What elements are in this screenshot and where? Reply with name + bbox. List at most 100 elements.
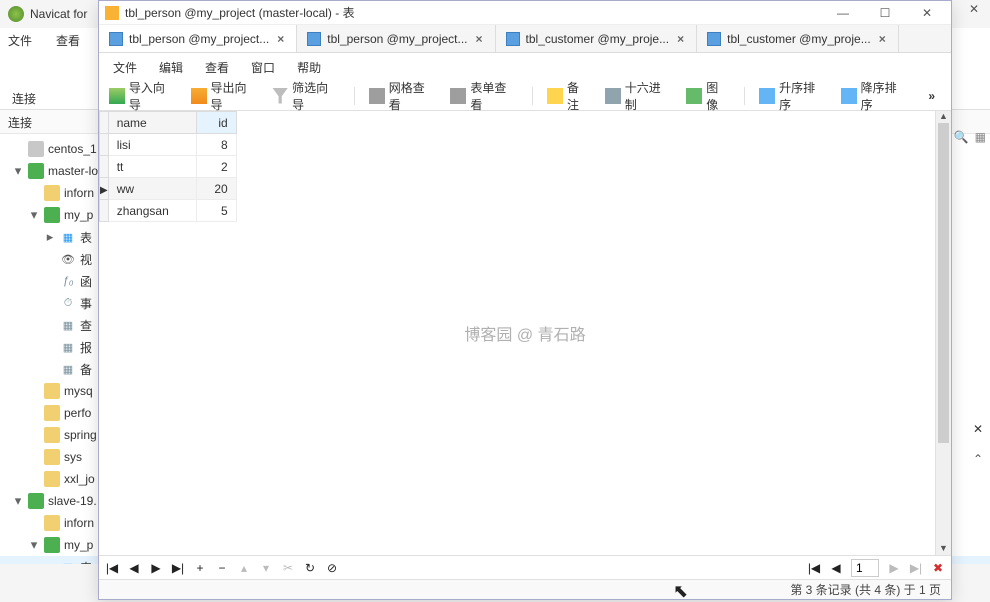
db-icon bbox=[44, 537, 60, 553]
nav-first-button[interactable]: |◀ bbox=[105, 561, 119, 575]
export-wizard-button[interactable]: 导出向导 bbox=[191, 79, 259, 113]
cell-name[interactable]: ww bbox=[108, 178, 196, 200]
hex-button[interactable]: 十六进制 bbox=[605, 79, 673, 113]
tmenu-help[interactable]: 帮助 bbox=[297, 59, 321, 76]
maximize-button[interactable]: ☐ bbox=[867, 1, 903, 25]
cell-id[interactable]: 20 bbox=[196, 178, 236, 200]
sort-asc-button[interactable]: 升序排序 bbox=[759, 79, 827, 113]
table-row[interactable]: zhangsan5 bbox=[100, 200, 237, 222]
table-window: tbl_person @my_project (master-local) - … bbox=[98, 0, 952, 600]
close-button[interactable]: ✕ bbox=[909, 1, 945, 25]
cell-id[interactable]: 8 bbox=[196, 134, 236, 156]
scroll-down-icon[interactable]: ▼ bbox=[936, 543, 951, 555]
nav-post-button[interactable]: ▴ bbox=[237, 561, 251, 575]
table-row[interactable]: ▶ww20 bbox=[100, 178, 237, 200]
tree-item-label: inforn bbox=[64, 516, 94, 530]
watermark-text: 博客园 @ 青石路 bbox=[464, 321, 585, 345]
column-name[interactable]: name bbox=[108, 112, 196, 134]
table-window-icon bbox=[105, 6, 119, 20]
table-row[interactable]: tt2 bbox=[100, 156, 237, 178]
tree-item-label: 函 bbox=[80, 273, 92, 290]
tab-close-icon[interactable]: × bbox=[877, 32, 888, 46]
form-view-button[interactable]: 表单查看 bbox=[450, 79, 518, 113]
page-last-button[interactable]: ▶| bbox=[909, 561, 923, 575]
nav-stop-button[interactable]: ⊘ bbox=[325, 561, 339, 575]
tree-item-label: spring bbox=[64, 428, 97, 442]
export-icon bbox=[191, 88, 207, 104]
tree-toggle-icon[interactable]: ▾ bbox=[28, 537, 40, 553]
db-icon bbox=[44, 383, 60, 399]
filter-wizard-button[interactable]: 筛选向导 bbox=[272, 79, 340, 113]
db-icon bbox=[44, 471, 60, 487]
panel-close-icon[interactable]: ✕ bbox=[968, 422, 988, 442]
rpt-icon: ▦ bbox=[60, 339, 76, 355]
tree-item-label: slave-19. bbox=[48, 494, 97, 508]
ev-icon: ⏱ bbox=[60, 295, 76, 311]
cell-id[interactable]: 2 bbox=[196, 156, 236, 178]
nav-delete-button[interactable]: − bbox=[215, 561, 229, 575]
tree-item-label: master-lo bbox=[48, 164, 98, 178]
tree-toggle-icon[interactable]: ▾ bbox=[28, 207, 40, 223]
tab-close-icon[interactable]: × bbox=[474, 32, 485, 46]
main-right-toolbar: 🔍 ▦ bbox=[954, 130, 986, 144]
page-stop-button[interactable]: ✖ bbox=[931, 561, 945, 575]
tab-2[interactable]: tbl_customer @my_proje...× bbox=[496, 25, 698, 52]
cell-name[interactable]: lisi bbox=[108, 134, 196, 156]
row-indicator bbox=[100, 200, 109, 222]
tmenu-window[interactable]: 窗口 bbox=[251, 59, 275, 76]
nav-refresh-button[interactable]: ↻ bbox=[303, 561, 317, 575]
data-grid[interactable]: name id lisi8tt2▶ww20zhangsan5 bbox=[99, 111, 237, 222]
tree-item-label: perfo bbox=[64, 406, 91, 420]
tab-close-icon[interactable]: × bbox=[675, 32, 686, 46]
menu-view[interactable]: 查看 bbox=[56, 32, 80, 49]
nav-cut-button[interactable]: ✂ bbox=[281, 561, 295, 575]
qry-icon: ▦ bbox=[60, 317, 76, 333]
cell-name[interactable]: zhangsan bbox=[108, 200, 196, 222]
tmenu-edit[interactable]: 编辑 bbox=[159, 59, 183, 76]
tree-item-label: inforn bbox=[64, 186, 94, 200]
menu-file[interactable]: 文件 bbox=[8, 32, 32, 49]
page-number-input[interactable] bbox=[851, 559, 879, 577]
tab-close-icon[interactable]: × bbox=[275, 32, 286, 46]
nav-next-button[interactable]: ▶ bbox=[149, 561, 163, 575]
tree-toggle-icon[interactable]: ▾ bbox=[12, 163, 24, 179]
sort-desc-button[interactable]: 降序排序 bbox=[841, 79, 909, 113]
connect-label: 连接 bbox=[12, 90, 36, 107]
nav-add-button[interactable]: + bbox=[193, 561, 207, 575]
grid-toggle-icon[interactable]: ▦ bbox=[975, 130, 986, 144]
tab-0[interactable]: tbl_person @my_project... × bbox=[99, 25, 297, 52]
tree-item-label: 备 bbox=[80, 361, 92, 378]
panel-collapse-icon[interactable]: ⌃ bbox=[968, 452, 988, 472]
bak-icon: ▦ bbox=[60, 361, 76, 377]
main-close-icon[interactable]: ✕ bbox=[960, 2, 988, 24]
vertical-scrollbar[interactable]: ▲ ▼ bbox=[935, 111, 951, 555]
tree-toggle-icon[interactable]: ▸ bbox=[44, 229, 56, 245]
tree-toggle-icon[interactable]: ▾ bbox=[12, 493, 24, 509]
grid-view-button[interactable]: 网格查看 bbox=[369, 79, 437, 113]
memo-button[interactable]: 备注 bbox=[547, 79, 591, 113]
tab-3[interactable]: tbl_customer @my_proje...× bbox=[697, 25, 899, 52]
page-first-button[interactable]: |◀ bbox=[807, 561, 821, 575]
tab-label: tbl_person @my_project... bbox=[129, 32, 269, 46]
scrollbar-thumb[interactable] bbox=[938, 123, 949, 443]
page-next-button[interactable]: ▶ bbox=[887, 561, 901, 575]
nav-cancel-button[interactable]: ▾ bbox=[259, 561, 273, 575]
minimize-button[interactable]: — bbox=[825, 1, 861, 25]
page-prev-button[interactable]: ◀ bbox=[829, 561, 843, 575]
nav-prev-button[interactable]: ◀ bbox=[127, 561, 141, 575]
cell-id[interactable]: 5 bbox=[196, 200, 236, 222]
scroll-up-icon[interactable]: ▲ bbox=[936, 111, 951, 123]
tmenu-file[interactable]: 文件 bbox=[113, 59, 137, 76]
tmenu-view[interactable]: 查看 bbox=[205, 59, 229, 76]
row-indicator: ▶ bbox=[100, 178, 109, 200]
search-icon[interactable]: 🔍 bbox=[954, 130, 969, 144]
column-id[interactable]: id bbox=[196, 112, 236, 134]
toolbar-overflow-button[interactable]: » bbox=[922, 89, 941, 103]
table-row[interactable]: lisi8 bbox=[100, 134, 237, 156]
image-button[interactable]: 图像 bbox=[686, 79, 730, 113]
cell-name[interactable]: tt bbox=[108, 156, 196, 178]
nav-last-button[interactable]: ▶| bbox=[171, 561, 185, 575]
table-titlebar[interactable]: tbl_person @my_project (master-local) - … bbox=[99, 1, 951, 25]
tab-1[interactable]: tbl_person @my_project...× bbox=[297, 25, 495, 52]
import-wizard-button[interactable]: 导入向导 bbox=[109, 79, 177, 113]
